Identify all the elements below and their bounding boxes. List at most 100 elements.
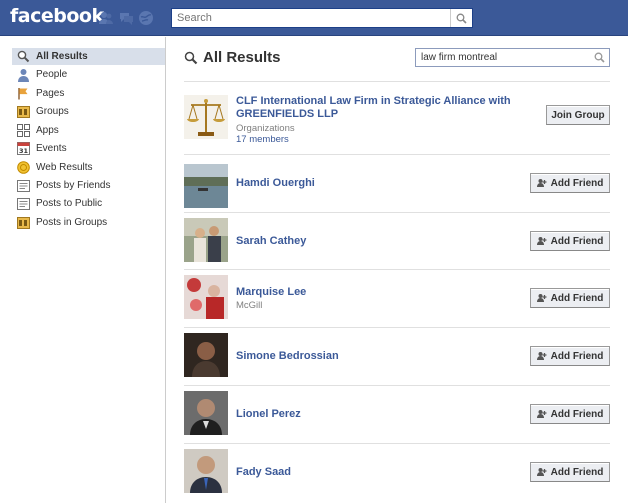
global-search-box[interactable] (171, 8, 473, 28)
notifications-icon[interactable] (138, 10, 154, 26)
result-thumbnail[interactable] (184, 218, 228, 262)
notification-jewels (98, 10, 154, 26)
facebook-logo[interactable]: facebook (10, 5, 104, 27)
result-category: Organizations (236, 123, 295, 134)
sidebar-item-label: Posts in Groups (36, 217, 108, 228)
result-thumbnail[interactable] (184, 275, 228, 319)
query-input[interactable] (416, 49, 588, 66)
result-row: Simone Bedrossian Add Friend (184, 333, 610, 379)
button-label: Add Friend (550, 350, 604, 362)
divider (184, 81, 610, 82)
results-heading: All Results (184, 49, 281, 66)
web-results-icon (16, 161, 30, 175)
add-friend-button[interactable]: Add Friend (530, 288, 610, 308)
sidebar-item-groups[interactable]: Groups (12, 103, 165, 120)
add-friend-button[interactable]: Add Friend (530, 404, 610, 424)
divider (184, 154, 610, 155)
add-friend-icon (536, 236, 547, 246)
add-friend-icon (536, 293, 547, 303)
sidebar-item-pages[interactable]: Pages (12, 85, 165, 102)
result-row: CLF International Law Firm in Strategic … (184, 93, 610, 155)
add-friend-button[interactable]: Add Friend (530, 231, 610, 251)
person-icon (16, 68, 30, 82)
page-title: All Results (203, 49, 281, 66)
result-thumbnail[interactable] (184, 95, 228, 139)
global-search-button[interactable] (450, 9, 472, 27)
sidebar-item-label: People (36, 69, 68, 80)
button-label: Add Friend (550, 235, 604, 247)
sidebar-item-posts-by-friends[interactable]: Posts by Friends (12, 177, 165, 194)
button-label: Add Friend (550, 408, 604, 420)
add-friend-button[interactable]: Add Friend (530, 346, 610, 366)
search-filter-sidebar: All Results People Pages Groups Apps 31 … (0, 37, 166, 503)
sidebar-item-web-results[interactable]: Web Results (12, 159, 165, 176)
result-thumbnail[interactable] (184, 164, 228, 208)
sidebar-item-label: Posts by Friends (36, 180, 111, 191)
divider (184, 327, 610, 328)
groups-icon (16, 105, 30, 119)
add-friend-icon (536, 351, 547, 361)
join-group-button[interactable]: Join Group (546, 105, 610, 125)
sidebar-item-label: All Results (36, 51, 88, 62)
search-icon (16, 50, 30, 64)
svg-text:31: 31 (18, 147, 28, 155)
sidebar-item-label: Groups (36, 106, 69, 117)
sidebar-item-apps[interactable]: Apps (12, 122, 165, 139)
add-friend-button[interactable]: Add Friend (530, 173, 610, 193)
button-label: Add Friend (550, 292, 604, 304)
button-label: Join Group (551, 109, 605, 121)
result-thumbnail[interactable] (184, 449, 228, 493)
friend-requests-icon[interactable] (98, 10, 114, 26)
result-member-count-link[interactable]: 17 members (236, 134, 289, 145)
profile-photo-man-tie (184, 449, 228, 493)
calendar-icon: 31 (16, 142, 30, 156)
sidebar-item-people[interactable]: People (12, 66, 165, 83)
magnifier-icon[interactable] (594, 52, 605, 63)
sidebar-item-label: Apps (36, 125, 59, 136)
sidebar-item-all-results[interactable]: All Results (12, 48, 165, 65)
divider (184, 385, 610, 386)
result-school: McGill (236, 300, 263, 311)
result-name-link[interactable]: Marquise Lee (236, 286, 306, 299)
query-box[interactable] (415, 48, 610, 67)
result-thumbnail[interactable] (184, 391, 228, 435)
add-friend-icon (536, 409, 547, 419)
result-row: Sarah Cathey Add Friend (184, 218, 610, 264)
sidebar-item-label: Posts to Public (36, 198, 103, 209)
profile-photo-red (184, 275, 228, 319)
result-row: Marquise Lee McGill Add Friend (184, 275, 610, 321)
add-friend-icon (536, 467, 547, 477)
add-friend-icon (536, 178, 547, 188)
apps-icon (16, 124, 30, 138)
top-bar: facebook (0, 0, 628, 36)
sidebar-item-label: Web Results (36, 162, 93, 173)
magnifier-icon (456, 13, 467, 24)
divider (184, 212, 610, 213)
search-icon (184, 51, 198, 65)
result-name-link[interactable]: CLF International Law Firm in Strategic … (236, 95, 526, 121)
results-panel: All Results CLF International Law Firm i… (167, 37, 628, 503)
sidebar-item-label: Pages (36, 88, 65, 99)
result-name-link[interactable]: Hamdi Ouerghi (236, 177, 315, 190)
result-name-link[interactable]: Simone Bedrossian (236, 350, 339, 363)
profile-photo-man-suit (184, 391, 228, 435)
result-row: Fady Saad Add Friend (184, 449, 610, 495)
groups-icon (16, 216, 30, 230)
global-search-input[interactable] (172, 9, 442, 27)
sidebar-item-posts-to-public[interactable]: Posts to Public (12, 195, 165, 212)
result-row: Lionel Perez Add Friend (184, 391, 610, 437)
sidebar-item-events[interactable]: 31 Events (12, 140, 165, 157)
result-name-link[interactable]: Fady Saad (236, 466, 291, 479)
result-thumbnail[interactable] (184, 333, 228, 377)
result-name-link[interactable]: Sarah Cathey (236, 235, 306, 248)
posts-icon (16, 197, 30, 211)
posts-icon (16, 179, 30, 193)
sidebar-item-posts-in-groups[interactable]: Posts in Groups (12, 214, 165, 231)
pages-flag-icon (16, 87, 30, 101)
divider (184, 269, 610, 270)
result-name-link[interactable]: Lionel Perez (236, 408, 301, 421)
sidebar-item-label: Events (36, 143, 67, 154)
add-friend-button[interactable]: Add Friend (530, 462, 610, 482)
scales-of-justice-image (184, 95, 228, 139)
messages-icon[interactable] (118, 10, 134, 26)
